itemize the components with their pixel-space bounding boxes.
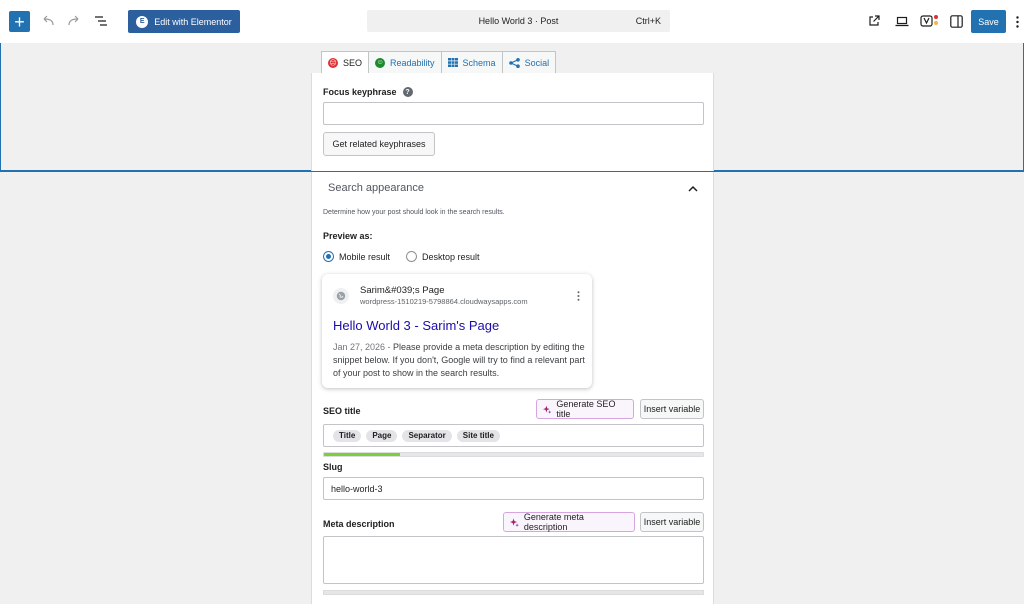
focus-keyphrase-label: Focus keyphrase xyxy=(323,87,397,97)
settings-panel-button[interactable] xyxy=(948,13,964,29)
elementor-icon: E xyxy=(136,15,149,28)
focus-keyphrase-input[interactable] xyxy=(323,102,704,125)
sidebar-icon xyxy=(949,14,963,28)
chevron-up-icon[interactable] xyxy=(687,184,699,194)
search-appearance-heading[interactable]: Search appearance xyxy=(328,182,424,194)
yoast-icon xyxy=(920,15,938,27)
more-vertical-icon xyxy=(1015,16,1019,28)
sparkle-icon xyxy=(510,518,519,527)
serp-url: wordpress-1510219-5798864.cloudwaysapps.… xyxy=(360,297,528,306)
desktop-result-radio[interactable] xyxy=(406,251,418,262)
options-menu-button[interactable] xyxy=(1012,13,1022,31)
more-vertical-icon xyxy=(577,291,580,301)
add-block-button[interactable]: + xyxy=(9,11,30,32)
generate-meta-description-button[interactable]: Generate meta description xyxy=(503,512,635,532)
seo-title-label: SEO title xyxy=(323,406,361,416)
insert-variable-button[interactable]: Insert variable xyxy=(640,399,704,419)
yoast-sidebar-button[interactable] xyxy=(920,12,940,30)
variable-pill[interactable]: Site title xyxy=(456,429,500,442)
mobile-result-radio[interactable] xyxy=(323,251,334,262)
preview-button[interactable] xyxy=(893,13,911,29)
help-icon[interactable]: ? xyxy=(402,87,413,97)
laptop-icon xyxy=(895,16,909,26)
variable-pill[interactable]: Page xyxy=(366,429,398,442)
preview-as-label: Preview as: xyxy=(323,231,373,241)
tab-readability[interactable]: ☺ Readability xyxy=(368,51,442,73)
serp-site-name: Sarim&#039;s Page xyxy=(360,285,445,296)
tab-schema-label: Schema xyxy=(462,57,496,68)
view-post-button[interactable] xyxy=(866,13,882,29)
insert-variable-button[interactable]: Insert variable xyxy=(640,512,704,532)
tab-seo[interactable]: ☹ SEO xyxy=(321,51,370,74)
share-icon xyxy=(508,57,520,68)
variable-pill[interactable]: Separator xyxy=(402,429,452,442)
plus-icon: + xyxy=(14,11,25,32)
smile-face-icon: ☺ xyxy=(375,57,386,68)
shortcut-hint: Ctrl+K xyxy=(635,16,661,26)
get-related-keyphrases-button[interactable]: Get related keyphrases xyxy=(323,132,435,156)
yoast-tabs: ☹ SEO ☺ Readability Schema Social xyxy=(321,51,557,74)
focus-keyphrase-label-row: Focus keyphrase ? xyxy=(323,87,413,97)
seo-title-input[interactable]: Title Page Separator Site title xyxy=(323,424,704,447)
tab-social[interactable]: Social xyxy=(501,51,557,73)
meta-description-progress-bar xyxy=(323,590,704,595)
redo-button[interactable] xyxy=(65,12,83,30)
serp-title: Hello World 3 - Sarim's Page xyxy=(333,318,500,333)
edit-with-elementor-button[interactable]: E Edit with Elementor xyxy=(128,10,240,33)
serp-date: Jan 27, 2026 xyxy=(333,342,386,352)
elementor-button-label: Edit with Elementor xyxy=(154,16,232,27)
undo-button[interactable] xyxy=(39,12,57,30)
list-view-icon xyxy=(95,16,107,26)
tab-seo-label: SEO xyxy=(343,58,363,68)
grid-icon xyxy=(447,58,458,67)
search-appearance-section: Search appearance Determine how your pos… xyxy=(311,172,714,604)
slug-label: Slug xyxy=(323,462,343,472)
generate-seo-title-label: Generate SEO title xyxy=(556,399,616,419)
meta-description-input[interactable] xyxy=(323,536,704,584)
tab-social-label: Social xyxy=(524,57,550,68)
google-preview-card: Sarim&#039;s Page wordpress-1510219-5798… xyxy=(322,274,592,388)
document-title: Hello World 3 · Post xyxy=(478,16,559,26)
generate-meta-description-label: Generate meta description xyxy=(523,512,584,532)
tab-schema[interactable]: Schema xyxy=(440,51,503,73)
preview-mode-radios: Mobile result Desktop result xyxy=(323,251,480,262)
search-appearance-description: Determine how your post should look in t… xyxy=(323,209,505,216)
mobile-result-label[interactable]: Mobile result xyxy=(339,252,390,262)
serp-description-block: Jan 27, 2026 - Please provide a meta des… xyxy=(333,341,585,380)
serp-date-separator: - xyxy=(385,342,394,352)
document-overview-button[interactable] xyxy=(92,12,110,30)
seo-title-progress-fill xyxy=(324,453,400,456)
editor-toolbar: + E Edit with Elementor Hello World 3 · … xyxy=(0,0,1024,43)
save-button-label: Save xyxy=(978,16,999,27)
save-button[interactable]: Save xyxy=(971,10,1006,33)
sad-face-icon: ☹ xyxy=(328,58,338,68)
meta-description-label: Meta description xyxy=(323,519,395,529)
seo-title-progress-bar xyxy=(323,452,704,457)
variable-pill[interactable]: Title xyxy=(333,429,362,442)
globe-icon xyxy=(333,288,349,304)
sparkle-icon xyxy=(543,405,552,414)
slug-input[interactable]: hello-world-3 xyxy=(323,477,704,500)
external-link-icon xyxy=(869,15,880,26)
generate-seo-title-button[interactable]: Generate SEO title xyxy=(536,399,634,419)
focus-keyphrase-section: Focus keyphrase ? Get related keyphrases xyxy=(311,73,714,171)
desktop-result-label[interactable]: Desktop result xyxy=(422,252,480,262)
tab-readability-label: Readability xyxy=(390,57,435,68)
yoast-seo-panel: ☹ SEO ☺ Readability Schema Social Focus … xyxy=(311,43,714,604)
command-palette-bar[interactable]: Hello World 3 · Post Ctrl+K xyxy=(367,10,670,32)
undo-icon xyxy=(43,15,54,26)
redo-icon xyxy=(68,15,79,26)
